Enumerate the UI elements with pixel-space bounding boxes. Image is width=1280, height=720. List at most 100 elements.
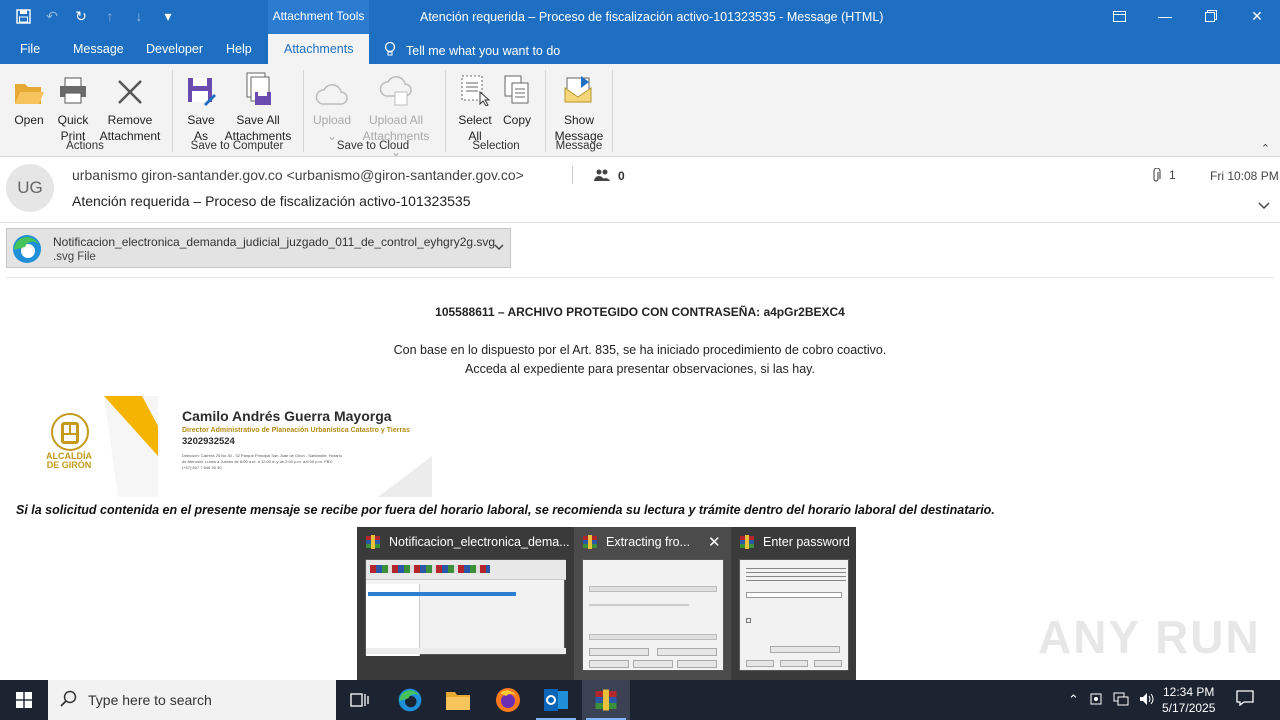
taskbar-file-explorer[interactable]: [434, 680, 482, 720]
attachment-menu-chevron-icon[interactable]: [494, 240, 504, 254]
signature-role: Director Administrativo de Planeación Ur…: [182, 427, 410, 434]
signature-phone: 3202932524: [182, 436, 235, 447]
anyrun-watermark: ANY RUN: [1038, 611, 1261, 663]
preview-thumbnail: [365, 559, 566, 656]
show-message-button[interactable]: Show Message: [552, 70, 606, 144]
logo-text: ALCALDÍA DE GIRÓN: [46, 451, 92, 470]
preview-enter-password-window[interactable]: Enter password: [731, 527, 856, 680]
cloud-upload-icon: [315, 84, 348, 105]
preview-thumbnail: [582, 559, 724, 671]
taskbar-winrar[interactable]: [582, 680, 630, 720]
network-icon[interactable]: [1113, 692, 1129, 709]
preview-title: Extracting fro...: [606, 535, 691, 549]
taskbar-search-box[interactable]: Type here to search: [48, 680, 336, 720]
minimize-button[interactable]: —: [1142, 0, 1188, 32]
redo-icon[interactable]: ↻: [72, 7, 90, 25]
avatar: UG: [6, 164, 54, 212]
message-date: Fri 10:08 PM: [1210, 169, 1279, 183]
maximize-button[interactable]: [1188, 0, 1234, 32]
search-icon: [60, 690, 77, 707]
lightbulb-icon: [384, 41, 396, 60]
security-icon[interactable]: [1089, 692, 1103, 709]
protected-file-notice: 105588611 – ARCHIVO PROTEGIDO CON CONTRA…: [435, 305, 845, 319]
remove-attachment-button[interactable]: Remove Attachment: [96, 70, 164, 144]
cloud-upload-all-icon: [379, 76, 412, 106]
tab-attachments[interactable]: Attachments: [268, 34, 370, 64]
sender-address[interactable]: urbanismo giron-santander.gov.co <urbani…: [72, 167, 524, 183]
attachment-tools-context-tab: Attachment Tools: [268, 0, 369, 34]
collapse-ribbon-icon[interactable]: ⌃: [1261, 142, 1270, 155]
recipients-count[interactable]: 0: [594, 169, 625, 184]
system-tray: ⌃: [1068, 680, 1155, 720]
notification-center-icon[interactable]: [1236, 690, 1254, 711]
winrar-icon: [595, 689, 617, 711]
tab-help[interactable]: Help: [226, 42, 252, 56]
taskbar-edge[interactable]: [386, 680, 434, 720]
group-label-actions: Actions: [66, 140, 104, 152]
quick-print-button[interactable]: Quick Print: [52, 70, 94, 144]
save-icon[interactable]: [14, 7, 32, 25]
taskbar-preview-flyout: Notificacion_electronica_dema... Extract…: [357, 527, 856, 680]
alcaldia-giron-seal-icon: [51, 413, 89, 451]
winrar-icon: [583, 535, 597, 549]
ribbon-tabs: File Message Developer Help Attachments …: [0, 34, 1280, 64]
tab-file[interactable]: File: [20, 42, 40, 56]
ribbon-separator: [445, 70, 446, 152]
paperclip-icon: [1152, 167, 1161, 186]
preview-winrar-main[interactable]: Notificacion_electronica_dema...: [357, 527, 574, 680]
ribbon-separator: [172, 70, 173, 152]
disclaimer-text: Si la solicitud contenida en el presente…: [16, 503, 995, 517]
attachment-count: 1: [1152, 167, 1176, 186]
winrar-icon: [366, 535, 380, 549]
remove-x-icon: [118, 80, 142, 104]
tell-me-label: Tell me what you want to do: [406, 43, 561, 58]
ribbon-display-options-icon[interactable]: [1096, 0, 1142, 32]
expand-header-chevron-icon[interactable]: [1258, 197, 1270, 213]
previous-item-icon[interactable]: ↑: [101, 7, 119, 25]
customize-toolbar-icon[interactable]: ▾: [159, 7, 177, 25]
group-label-message: Message: [555, 140, 603, 152]
save-all-attachments-icon: [246, 72, 271, 105]
tab-developer[interactable]: Developer: [146, 42, 203, 56]
save-as-button[interactable]: Save As: [182, 70, 220, 144]
preview-title: Notificacion_electronica_dema...: [389, 535, 570, 549]
windows-logo-icon: [16, 692, 32, 708]
signature-details: Dirección: Carrera 25 No 30 - 32 Parque …: [182, 453, 342, 470]
printer-icon: [60, 77, 86, 104]
window-controls: — ✕: [1096, 0, 1280, 32]
clock-time: 12:34 PM: [1163, 685, 1215, 699]
volume-icon[interactable]: [1139, 692, 1155, 709]
tell-me-search[interactable]: Tell me what you want to do: [384, 41, 560, 60]
group-label-save-to-cloud: Save to Cloud: [336, 140, 410, 152]
people-icon: [594, 169, 610, 184]
message-subject: Atención requerida – Proceso de fiscaliz…: [72, 193, 471, 209]
next-item-icon[interactable]: ↓: [130, 7, 148, 25]
tab-message[interactable]: Message: [73, 42, 124, 56]
attachment-item[interactable]: Notificacion_electronica_demanda_judicia…: [6, 228, 511, 268]
taskbar: Type here to search ⌃ 12:34 PM 5/17/2025: [0, 680, 1280, 720]
open-button[interactable]: Open: [8, 70, 50, 128]
taskbar-firefox[interactable]: [484, 680, 532, 720]
ribbon-separator: [545, 70, 546, 152]
select-all-button[interactable]: Select All: [454, 70, 496, 144]
signature-card: ALCALDÍA DE GIRÓN Camilo Andrés Guerra Ma…: [18, 396, 432, 497]
title-bar: ↶ ↻ ↑ ↓ ▾ Attachment Tools Atención requ…: [0, 0, 1280, 34]
signature-name: Camilo Andrés Guerra Mayorga: [182, 408, 392, 424]
undo-icon[interactable]: ↶: [43, 7, 61, 25]
attachment-filename: Notificacion_electronica_demanda_judicia…: [53, 235, 496, 249]
preview-extracting-window[interactable]: Extracting fro... ✕: [574, 527, 731, 680]
search-placeholder: Type here to search: [88, 692, 212, 708]
window-title: Atención requerida – Proceso de fiscaliz…: [420, 10, 884, 24]
taskbar-outlook[interactable]: [532, 680, 580, 720]
save-all-attachments-button[interactable]: Save All Attachments: [222, 70, 294, 144]
task-view-button[interactable]: [336, 680, 384, 720]
close-button[interactable]: ✕: [1234, 0, 1280, 32]
system-clock[interactable]: 12:34 PM 5/17/2025: [1162, 684, 1215, 716]
preview-close-icon[interactable]: ✕: [708, 533, 721, 551]
show-hidden-icons-chevron-icon[interactable]: ⌃: [1068, 692, 1079, 708]
copy-button[interactable]: Copy: [498, 70, 536, 128]
start-button[interactable]: [0, 680, 48, 720]
ribbon-separator: [612, 70, 613, 152]
preview-thumbnail: [739, 559, 849, 671]
folder-open-icon: [15, 84, 44, 104]
